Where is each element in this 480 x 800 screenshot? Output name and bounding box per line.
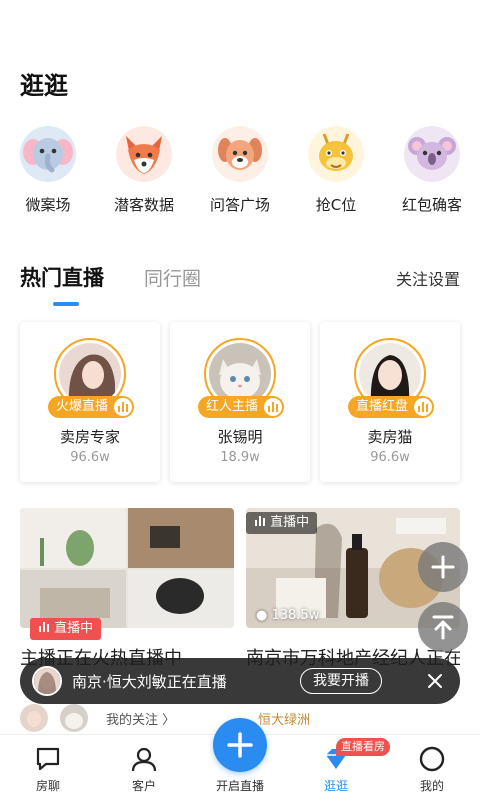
- tab-peer-circle[interactable]: 同行圈: [144, 264, 201, 291]
- arrow-up-icon: [432, 615, 454, 640]
- streamer-name: 卖房猫: [367, 428, 413, 446]
- streamer-tag-label: 直播红盘: [356, 399, 409, 414]
- live-tabs: 热门直播 同行圈 关注设置: [20, 262, 460, 310]
- shortcut-label: 红包确客: [401, 196, 462, 214]
- start-live-fab[interactable]: [213, 718, 267, 772]
- nav-label: 逛逛: [323, 779, 348, 793]
- koala-icon: [404, 126, 460, 182]
- streamer-card[interactable]: 直播红盘 卖房猫 96.6w: [320, 322, 460, 482]
- room-viewers: ● 138.5w: [256, 608, 319, 623]
- shortcut-label: 问答广场: [209, 196, 270, 214]
- live-bars-icon: [414, 398, 433, 416]
- live-bars-icon: [114, 398, 133, 416]
- nav-label: 开启直播: [215, 779, 264, 793]
- profile-icon: [419, 746, 445, 772]
- my-follow-link[interactable]: 我的关注 〉: [106, 709, 175, 728]
- nav-label: 我的: [419, 779, 444, 793]
- person-icon: ●: [256, 608, 268, 623]
- shortcut-customer-data[interactable]: 潜客数据: [96, 126, 192, 215]
- avatar: [60, 704, 88, 732]
- streamer-count: 18.9w: [220, 450, 260, 465]
- shortcut-red-packet[interactable]: 红包确客: [384, 126, 480, 215]
- streamer-count: 96.6w: [70, 450, 110, 465]
- streamer-name: 卖房专家: [59, 428, 120, 446]
- person-icon: [131, 747, 157, 772]
- room-live-badge-label: 直播中: [54, 621, 94, 636]
- notification-text: 南京·恒大刘敏正在直播: [72, 673, 227, 691]
- tab-hot-live[interactable]: 热门直播: [20, 262, 104, 292]
- nav-label: 客户: [131, 779, 156, 793]
- shortcut-label: 潜客数据: [113, 196, 174, 214]
- room-live-badge: 直播中: [30, 618, 102, 640]
- shortcut-label: 微案场: [25, 196, 71, 214]
- streamer-card[interactable]: 火爆直播 卖房专家 96.6w: [20, 322, 160, 482]
- streamer-tag: 火爆直播: [48, 396, 135, 418]
- page-title: 逛逛: [20, 72, 68, 100]
- nav-item-mine[interactable]: 我的: [384, 735, 480, 800]
- shortcut-wei-anchang[interactable]: 微案场: [0, 126, 96, 215]
- room-cover-image: [20, 508, 234, 628]
- live-notification-bar[interactable]: 南京·恒大刘敏正在直播 我要开播: [20, 658, 460, 704]
- streamer-card[interactable]: 红人主播 张锡明 18.9w: [170, 322, 310, 482]
- streamer-name: 张锡明: [217, 428, 263, 446]
- live-bars-icon: [264, 398, 283, 416]
- plus-icon: [431, 555, 455, 579]
- tab-indicator: [53, 302, 79, 306]
- shortcut-row: 微案场 潜客数据 问答广场 抢C位 红包确客: [0, 126, 480, 222]
- live-bars-icon: [39, 622, 49, 632]
- plus-icon: [227, 732, 253, 758]
- streamer-tag-label: 红人主播: [206, 399, 259, 414]
- add-fab-button[interactable]: [418, 542, 468, 592]
- elephant-icon: [20, 126, 76, 182]
- dog-icon: [212, 126, 268, 182]
- shortcut-label: 抢C位: [315, 196, 357, 214]
- close-icon[interactable]: [424, 670, 446, 692]
- nav-item-customers[interactable]: 客户: [96, 735, 192, 800]
- streamer-cards: 火爆直播 卖房专家 96.6w 红人主播 张锡明 18.9w 直播红盘 卖房猫 …: [20, 322, 460, 482]
- follow-settings-link[interactable]: 关注设置: [396, 266, 460, 290]
- live-bars-icon: [255, 516, 265, 526]
- nav-badge: 直播看房: [336, 738, 390, 756]
- start-live-button[interactable]: 我要开播: [300, 668, 382, 694]
- fox-icon: [116, 126, 172, 182]
- streamer-tag: 红人主播: [198, 396, 285, 418]
- shortcut-grab-c[interactable]: 抢C位: [288, 126, 384, 215]
- back-to-top-button[interactable]: [418, 602, 468, 652]
- room-live-badge: 直播中: [246, 512, 318, 534]
- chat-icon: [36, 747, 60, 771]
- nav-item-chat[interactable]: 房聊: [0, 735, 96, 800]
- dragon-icon: [308, 126, 364, 182]
- shortcut-qa-square[interactable]: 问答广场: [192, 126, 288, 215]
- room-live-badge-label: 直播中: [270, 515, 310, 530]
- streamer-tag: 直播红盘: [348, 396, 435, 418]
- avatar: [20, 704, 48, 732]
- streamer-tag-label: 火爆直播: [56, 399, 109, 414]
- nav-label: 房聊: [35, 779, 60, 793]
- avatar: [32, 666, 62, 696]
- streamer-count: 96.6w: [370, 450, 410, 465]
- live-room-card[interactable]: [20, 508, 234, 628]
- room-viewers-count: 138.5w: [271, 608, 320, 623]
